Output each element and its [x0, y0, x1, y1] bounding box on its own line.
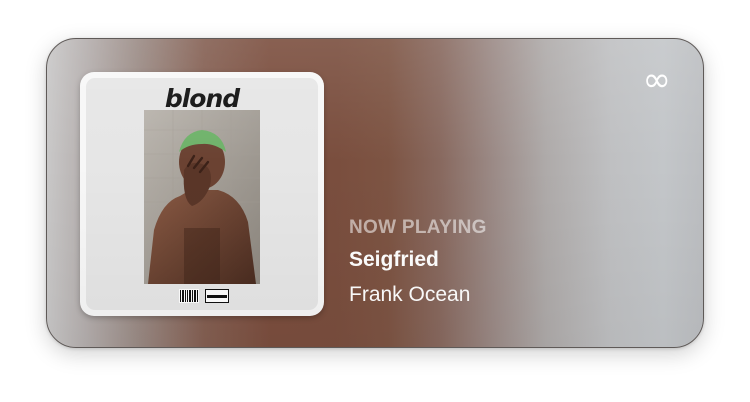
barcode-icon: [179, 289, 199, 303]
artist-name: Frank Ocean: [349, 283, 471, 306]
album-artwork[interactable]: blond: [80, 72, 324, 316]
album-cover-title: blond: [164, 84, 240, 113]
now-playing-label: NOW PLAYING: [349, 217, 487, 238]
track-title: Seigfried: [349, 248, 439, 271]
infinity-icon[interactable]: ∞: [643, 63, 671, 97]
parental-advisory-icon: [205, 289, 229, 303]
album-cover: blond: [86, 78, 318, 310]
now-playing-widget[interactable]: blond ∞ NOW PLAYING Seigfried Frank Ocea…: [46, 38, 704, 348]
album-cover-photo: [144, 110, 260, 284]
